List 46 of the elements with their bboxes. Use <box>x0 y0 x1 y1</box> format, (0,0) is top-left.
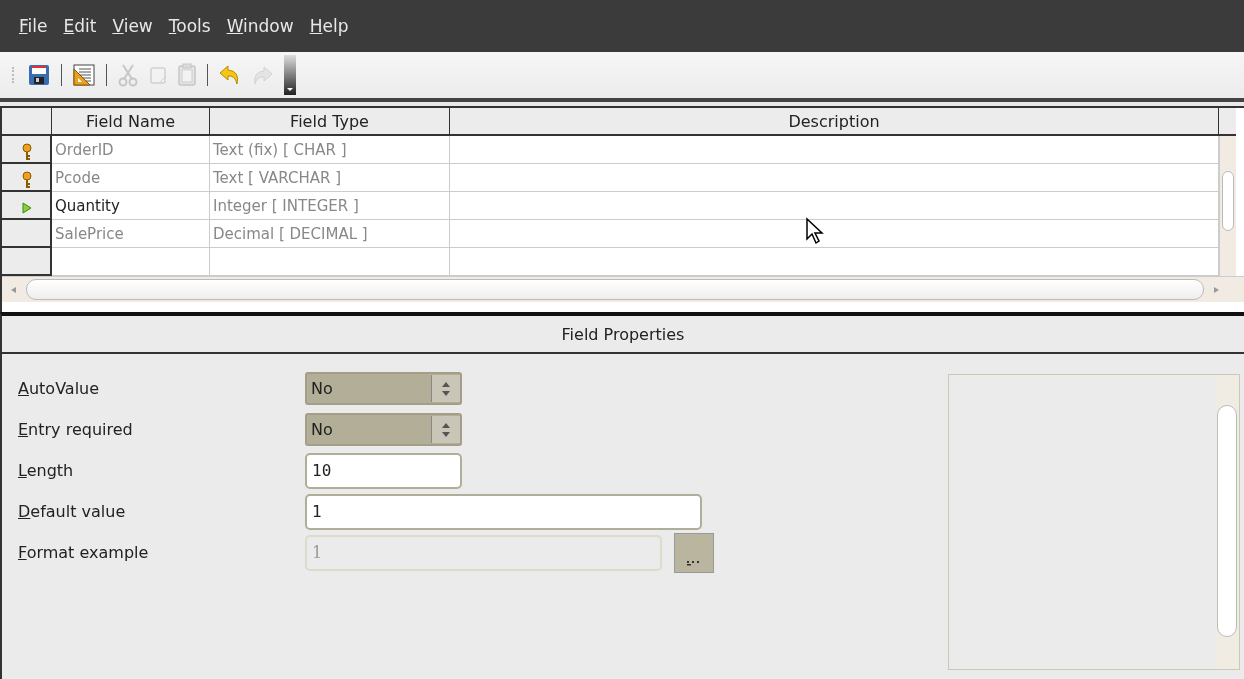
vertical-scrollbar[interactable] <box>1215 375 1239 669</box>
browse-button[interactable] <box>674 532 714 573</box>
description-cell[interactable] <box>450 192 1219 220</box>
row-header[interactable] <box>2 164 52 192</box>
column-header[interactable]: Field Name <box>52 108 210 136</box>
spin-arrows-icon[interactable] <box>442 380 450 397</box>
property-label: Length <box>18 461 75 480</box>
spin-dropdown[interactable]: No <box>305 413 462 446</box>
input-field[interactable]: 10 <box>305 452 462 489</box>
field-name-cell[interactable]: OrderID <box>52 136 210 164</box>
field-type-cell[interactable]: Text [ VARCHAR ] <box>210 164 450 192</box>
horizontal-scrollbar[interactable] <box>2 276 1244 302</box>
menu-item[interactable]: Edit <box>56 16 106 36</box>
menu-item[interactable]: Window <box>219 16 303 36</box>
row-header[interactable] <box>2 136 52 164</box>
menu-item[interactable]: Help <box>302 16 358 36</box>
menu-item[interactable]: File <box>12 16 57 36</box>
spin-arrows-icon[interactable] <box>442 421 450 438</box>
menu-item[interactable]: Tools <box>161 16 220 36</box>
field-type-cell[interactable]: Text (fix) [ CHAR ] <box>210 136 450 164</box>
column-header[interactable]: Description <box>450 108 1219 136</box>
row-header[interactable] <box>2 248 52 276</box>
field-name-cell[interactable]: SalePrice <box>52 220 210 248</box>
ellipsis-icon <box>687 559 701 566</box>
vertical-scrollbar[interactable] <box>1219 136 1236 276</box>
field-name-cell[interactable]: Quantity <box>52 192 210 220</box>
description-cell[interactable] <box>450 136 1219 164</box>
property-label: Format example <box>18 543 150 562</box>
mouse-pointer-icon <box>805 217 827 245</box>
property-label: Default value <box>18 502 127 521</box>
property-label: AutoValue <box>18 379 101 398</box>
description-cell[interactable] <box>450 164 1219 192</box>
section-title: Field Properties <box>2 316 1244 354</box>
input-field[interactable]: 1 <box>305 493 702 530</box>
property-label: Entry required <box>18 420 134 439</box>
row-header[interactable] <box>2 192 52 220</box>
column-header[interactable]: Field Type <box>210 108 450 136</box>
field-type-cell[interactable]: Integer [ INTEGER ] <box>210 192 450 220</box>
field-type-cell[interactable]: Decimal [ DECIMAL ] <box>210 220 450 248</box>
row-header[interactable] <box>2 220 52 248</box>
save-icon[interactable] <box>27 63 51 87</box>
overflow-dropdown-icon[interactable] <box>284 55 296 95</box>
field-name-cell[interactable]: Pcode <box>52 164 210 192</box>
ruler-document-icon[interactable] <box>72 63 96 87</box>
spin-dropdown[interactable]: No <box>305 372 462 405</box>
menu-item[interactable]: View <box>105 16 162 36</box>
